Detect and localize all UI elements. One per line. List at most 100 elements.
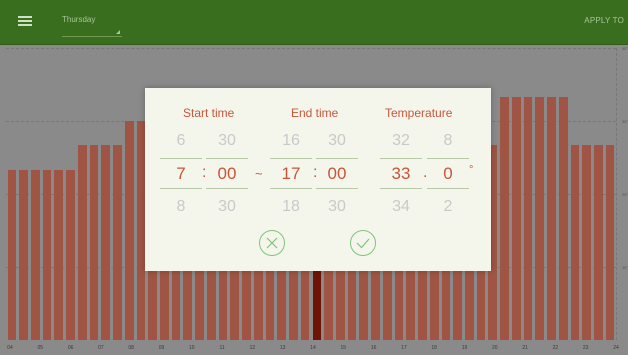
end-hour-next[interactable]: 18 [271, 198, 311, 216]
picker-line [206, 158, 248, 159]
start-minute-prev[interactable]: 30 [207, 132, 247, 150]
chart-bar[interactable] [570, 145, 580, 340]
x-tick-label: 19 [461, 345, 468, 351]
time-colon: : [202, 164, 207, 181]
chart-bar[interactable] [113, 145, 122, 340]
picker-line [270, 188, 312, 189]
chart-bar[interactable] [54, 169, 64, 340]
chart-bar[interactable] [136, 121, 146, 340]
degree-symbol: ° [469, 164, 474, 176]
y-tick-label: 20° [621, 192, 628, 197]
x-tick-label: 18 [431, 345, 437, 351]
x-tick-label: 08 [128, 345, 134, 351]
top-app-bar: Thursday APPLY TO [0, 0, 628, 45]
gridline-right [616, 48, 617, 340]
temp-dec-prev[interactable]: 8 [428, 132, 468, 150]
chart-bar[interactable] [500, 96, 509, 340]
chart-bar[interactable] [101, 145, 111, 340]
start-minute-next[interactable]: 30 [207, 198, 247, 216]
picker-line [427, 158, 469, 159]
temperature-label: Temperature [385, 106, 453, 120]
x-tick-label: 10 [189, 345, 195, 351]
chart-bar[interactable] [605, 145, 615, 340]
end-hour-prev[interactable]: 16 [271, 132, 311, 150]
chart-bar[interactable] [7, 169, 17, 340]
chart-bar[interactable] [582, 145, 592, 340]
x-tick-label: 16 [370, 345, 377, 351]
chart-bar[interactable] [523, 96, 533, 340]
decimal-dot: . [423, 164, 428, 181]
y-tick-label: 10° [621, 265, 628, 270]
temp-int-prev[interactable]: 32 [381, 132, 421, 150]
end-minute-prev[interactable]: 30 [317, 132, 357, 150]
chart-bar[interactable] [30, 169, 40, 340]
temp-int-next[interactable]: 34 [381, 198, 421, 216]
chart-bar[interactable] [535, 96, 545, 340]
start-time-label: Start time [183, 106, 235, 120]
dropdown-triangle-icon [116, 30, 120, 34]
picker-line [160, 188, 202, 189]
x-tick-label: 24 [613, 345, 619, 351]
x-tick-label: 17 [401, 345, 407, 351]
day-selector-value: Thursday [62, 15, 96, 24]
chart-bar[interactable] [89, 145, 99, 340]
x-tick-label: 07 [98, 345, 104, 351]
x-tick-label: 06 [67, 345, 74, 351]
chart-bar[interactable] [429, 267, 439, 340]
picker-line [270, 158, 312, 159]
y-tick-label: 30° [621, 119, 628, 124]
chart-bar[interactable] [594, 145, 603, 340]
temp-dec-next[interactable]: 2 [428, 198, 468, 216]
x-tick-label: 04 [7, 345, 13, 351]
x-tick-label: 11 [219, 345, 225, 351]
range-tilde: ~ [255, 166, 263, 181]
x-tick-label: 14 [310, 345, 316, 351]
cancel-button[interactable] [259, 230, 285, 256]
picker-line [380, 188, 422, 189]
apply-to-button[interactable]: APPLY TO [584, 16, 624, 25]
picker-line [206, 188, 248, 189]
close-icon [266, 237, 278, 249]
start-hour-picker[interactable]: 7 [161, 164, 201, 184]
picker-line [160, 158, 202, 159]
start-hour-prev[interactable]: 6 [161, 132, 201, 150]
x-tick-label: 23 [582, 345, 589, 351]
start-hour-next[interactable]: 8 [161, 198, 201, 216]
x-tick-label: 20 [492, 345, 498, 351]
end-minute-next[interactable]: 30 [317, 198, 357, 216]
temperature-integer-picker[interactable]: 33 [381, 164, 421, 184]
chart-bar[interactable] [558, 96, 568, 340]
x-tick-label: 22 [552, 345, 559, 351]
end-time-label: End time [291, 106, 339, 120]
picker-line [316, 188, 358, 189]
x-tick-label: 15 [340, 345, 347, 351]
chart-bar[interactable] [441, 267, 451, 340]
x-tick-label: 21 [522, 345, 528, 351]
chart-bar[interactable] [511, 96, 521, 340]
chart-bar[interactable] [66, 169, 75, 340]
picker-line [316, 158, 358, 159]
hamburger-menu-icon[interactable] [18, 16, 32, 26]
x-tick-label: 09 [158, 345, 165, 351]
end-minute-picker[interactable]: 00 [317, 164, 357, 184]
confirm-button[interactable] [350, 230, 376, 256]
y-tick-label: 40° [621, 46, 628, 51]
check-icon [356, 238, 370, 249]
chart-bar[interactable] [124, 121, 134, 340]
chart-bar[interactable] [465, 267, 474, 340]
picker-line [427, 188, 469, 189]
day-selector[interactable]: Thursday [62, 14, 122, 37]
time-temperature-dialog: Start time End time Temperature 6 7 8 : … [145, 88, 491, 271]
end-hour-picker[interactable]: 17 [271, 164, 311, 184]
chart-bar[interactable] [547, 96, 556, 340]
chart-bar[interactable] [77, 145, 87, 340]
x-tick-label: 12 [249, 345, 256, 351]
chart-bar[interactable] [42, 169, 52, 340]
chart-bar[interactable] [453, 267, 462, 340]
temperature-decimal-picker[interactable]: 0 [428, 164, 468, 184]
x-tick-label: 13 [279, 345, 286, 351]
chart-bar[interactable] [19, 169, 28, 340]
picker-line [380, 158, 422, 159]
x-tick-label: 05 [37, 345, 44, 351]
start-minute-picker[interactable]: 00 [207, 164, 247, 184]
